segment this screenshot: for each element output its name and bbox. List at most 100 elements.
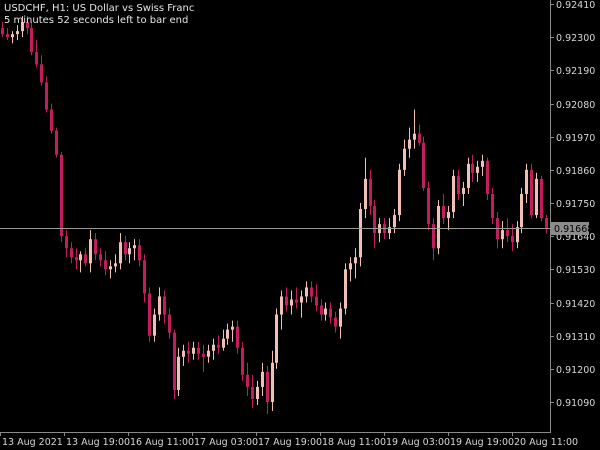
bull-candle: [408, 139, 411, 149]
bear-candle: [246, 374, 249, 387]
bear-candle: [511, 236, 514, 243]
x-tick-label: 20 Aug 11:00: [514, 437, 578, 448]
bull-candle: [222, 338, 225, 348]
bear-candle: [99, 254, 102, 261]
y-tick-label: 0.91090: [556, 398, 595, 409]
candle-wicks: [2, 16, 547, 415]
bull-candle: [79, 254, 82, 261]
bear-candle: [491, 193, 494, 219]
bear-candle: [124, 242, 127, 255]
bull-candle: [119, 242, 122, 264]
bull-candle: [349, 263, 352, 270]
bull-candle: [324, 308, 327, 315]
bull-candle: [481, 160, 484, 167]
y-tick-label: 0.91970: [556, 133, 595, 144]
bear-candle: [251, 386, 254, 399]
bull-candle: [89, 239, 92, 264]
x-tick-label: 17 Aug 03:00: [194, 437, 258, 448]
bear-candle: [236, 326, 239, 348]
bear-candle: [530, 169, 533, 216]
bull-candle: [109, 266, 112, 270]
bear-candle: [285, 296, 288, 306]
bear-candle: [163, 296, 166, 315]
bear-candle: [84, 254, 87, 264]
bull-candle: [153, 314, 156, 336]
bear-candle: [60, 154, 63, 237]
bear-candle: [50, 109, 53, 131]
bear-candle: [65, 236, 68, 249]
bull-candle: [300, 296, 303, 303]
y-tick-label: 0.91200: [556, 365, 595, 376]
x-tick-label: 17 Aug 19:00: [258, 437, 322, 448]
bear-candle: [30, 28, 33, 53]
bar-timer-text: 5 minutes 52 seconds left to bar end: [4, 15, 189, 26]
x-axis-ticks: 13 Aug 2021 13 Aug 19:00 16 Aug 11:00 17 Au…: [0, 432, 578, 448]
y-tick-label: 0.92190: [556, 66, 595, 77]
bear-candle: [40, 64, 43, 83]
bear-candle: [173, 332, 176, 390]
bull-candle: [467, 163, 470, 188]
bull-candle: [207, 350, 210, 357]
bull-candle: [226, 329, 229, 339]
bear-candle: [35, 52, 38, 65]
current-price-label: 0.91668: [551, 222, 593, 235]
bear-candle: [432, 224, 435, 249]
y-tick-label: 0.91310: [556, 332, 595, 343]
bull-candle: [11, 34, 14, 38]
bull-candle: [271, 362, 274, 402]
bull-candle: [516, 227, 519, 243]
bear-candle: [422, 142, 425, 188]
bull-candle: [114, 263, 117, 267]
bull-candle: [212, 344, 215, 351]
bear-candle: [187, 350, 190, 354]
bear-candle: [168, 314, 171, 333]
bull-candle: [177, 356, 180, 390]
bull-candle: [447, 212, 450, 219]
bear-candle: [442, 206, 445, 219]
y-tick-label: 0.91530: [556, 265, 595, 276]
bull-candle: [192, 347, 195, 354]
bull-candle: [280, 296, 283, 315]
bull-candle: [437, 206, 440, 249]
candle-bodies: [1, 22, 548, 402]
bear-candle: [334, 317, 337, 327]
bear-candle: [315, 296, 318, 306]
bear-candle: [75, 257, 78, 261]
bull-candle: [256, 386, 259, 399]
bear-candle: [55, 130, 58, 155]
y-tick-label: 0.91860: [556, 166, 595, 177]
bull-candle: [398, 169, 401, 216]
bull-candle: [158, 296, 161, 315]
y-tick-label: 0.91420: [556, 299, 595, 310]
bear-candle: [217, 344, 220, 348]
bull-candle: [354, 257, 357, 264]
x-tick-label: 16 Aug 11:00: [130, 437, 194, 448]
bull-candle: [364, 178, 367, 210]
bull-candle: [133, 245, 136, 249]
bear-candle: [202, 353, 205, 357]
bear-candle: [418, 133, 421, 143]
y-tick-label: 0.92300: [556, 33, 595, 44]
bull-candle: [16, 31, 19, 35]
bear-candle: [329, 308, 332, 318]
bull-candle: [359, 209, 362, 258]
bear-candle: [373, 206, 376, 234]
bear-candle: [94, 239, 97, 255]
price-chart[interactable]: 0.92410 0.92300 0.92190 0.92080 0.91970 0.918…: [0, 0, 600, 450]
bear-candle: [266, 371, 269, 402]
bear-candle: [486, 160, 489, 194]
bull-candle: [525, 169, 528, 194]
y-tick-label: 0.92080: [556, 100, 595, 111]
bull-candle: [290, 299, 293, 306]
bear-candle: [295, 299, 298, 303]
bear-candle: [70, 248, 73, 258]
bear-candle: [369, 178, 372, 207]
bear-candle: [148, 293, 151, 336]
bear-candle: [471, 163, 474, 173]
y-tick-label: 0.91750: [556, 199, 595, 210]
x-tick-label: 19 Aug 19:00: [450, 437, 514, 448]
bear-candle: [104, 260, 107, 270]
bull-candle: [476, 166, 479, 173]
bull-candle: [344, 269, 347, 309]
bull-candle: [275, 314, 278, 363]
